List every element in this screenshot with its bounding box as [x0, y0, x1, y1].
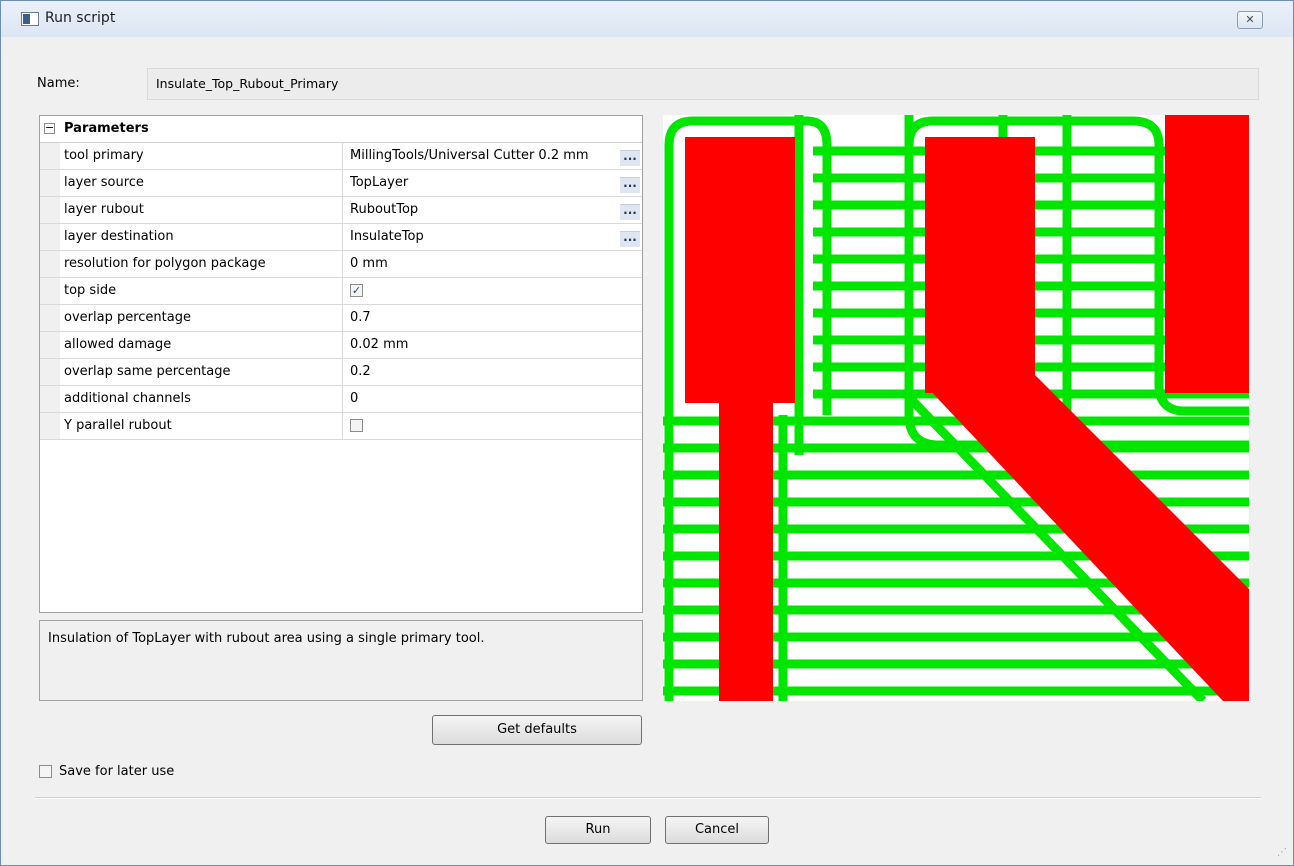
cancel-button[interactable]: Cancel [665, 816, 769, 844]
name-field[interactable]: Insulate_Top_Rubout_Primary [147, 68, 1259, 100]
parameter-row[interactable]: overlap percentage 0.7 [40, 305, 642, 332]
run-button[interactable]: Run [545, 816, 651, 844]
column-separator [342, 359, 343, 385]
row-gutter [40, 305, 60, 331]
browse-button[interactable]: ... [620, 150, 640, 166]
row-gutter [40, 413, 60, 439]
column-separator [342, 197, 343, 223]
title-bar[interactable]: Run script ✕ [1, 1, 1293, 37]
parameter-value[interactable]: 0 mm [350, 256, 620, 271]
parameter-key: layer source [64, 175, 144, 190]
parameter-row[interactable]: top side ✓ [40, 278, 642, 305]
column-separator [342, 332, 343, 358]
parameter-row[interactable]: overlap same percentage 0.2 [40, 359, 642, 386]
row-gutter [40, 359, 60, 385]
row-gutter [40, 278, 60, 304]
parameter-key: overlap same percentage [64, 364, 231, 379]
toolpath-preview [663, 115, 1249, 701]
window-title: Run script [45, 10, 116, 26]
run-script-dialog: Run script ✕ Name: Insulate_Top_Rubout_P… [0, 0, 1294, 866]
parameter-value[interactable]: 0.02 mm [350, 337, 620, 352]
get-defaults-button[interactable]: Get defaults [432, 715, 642, 745]
parameter-row[interactable]: tool primary MillingTools/Universal Cutte… [40, 143, 642, 170]
close-icon: ✕ [1245, 13, 1255, 26]
column-separator [342, 251, 343, 277]
parameters-grid: − Parameters tool primary MillingTools/Un… [39, 115, 643, 613]
column-separator [342, 170, 343, 196]
column-separator [342, 305, 343, 331]
parameter-row[interactable]: layer rubout RuboutTop... [40, 197, 642, 224]
parameter-checkbox[interactable]: ✓ [350, 284, 363, 297]
parameters-title: Parameters [64, 121, 149, 136]
row-gutter [40, 197, 60, 223]
parameter-key: allowed damage [64, 337, 172, 352]
parameter-value[interactable]: 0.7 [350, 310, 620, 325]
column-separator [342, 143, 343, 169]
parameter-value[interactable]: 0.2 [350, 364, 620, 379]
parameter-key: overlap percentage [64, 310, 191, 325]
column-separator [342, 278, 343, 304]
row-gutter [40, 224, 60, 250]
column-separator [342, 413, 343, 439]
parameter-row[interactable]: layer source TopLayer... [40, 170, 642, 197]
collapse-icon[interactable]: − [44, 122, 55, 134]
parameter-key: top side [64, 283, 117, 298]
row-gutter [40, 332, 60, 358]
parameter-value[interactable]: MillingTools/Universal Cutter 0.2 mm [350, 148, 620, 163]
app-window-icon [21, 12, 39, 26]
parameter-value[interactable]: InsulateTop [350, 229, 620, 244]
parameter-row[interactable]: additional channels 0 [40, 386, 642, 413]
parameter-key: Y parallel rubout [64, 418, 172, 433]
parameter-key: resolution for polygon package [64, 256, 266, 271]
parameter-row[interactable]: layer destination InsulateTop... [40, 224, 642, 251]
footer-divider [35, 797, 1261, 799]
description-box: Insulation of TopLayer with rubout area … [39, 620, 643, 701]
parameter-value[interactable]: TopLayer [350, 175, 620, 190]
parameter-key: additional channels [64, 391, 191, 406]
row-gutter [40, 143, 60, 169]
column-separator [342, 224, 343, 250]
browse-button[interactable]: ... [620, 204, 640, 220]
browse-button[interactable]: ... [620, 177, 640, 193]
parameter-value[interactable]: RuboutTop [350, 202, 620, 217]
save-for-later-checkbox[interactable] [39, 765, 52, 778]
row-gutter [40, 251, 60, 277]
parameter-value[interactable]: 0 [350, 391, 620, 406]
parameter-checkbox[interactable] [350, 419, 363, 432]
name-label: Name: [37, 76, 80, 91]
parameter-row[interactable]: allowed damage 0.02 mm [40, 332, 642, 359]
browse-button[interactable]: ... [620, 231, 640, 247]
row-gutter [40, 386, 60, 412]
parameter-row[interactable]: resolution for polygon package 0 mm [40, 251, 642, 278]
row-gutter [40, 170, 60, 196]
resize-grip-icon[interactable]: ⋰ [1277, 847, 1287, 858]
close-button[interactable]: ✕ [1237, 11, 1263, 29]
column-separator [342, 386, 343, 412]
parameter-key: layer rubout [64, 202, 144, 217]
parameter-key: tool primary [64, 148, 144, 163]
parameters-group-header[interactable]: − Parameters [40, 116, 642, 143]
parameter-key: layer destination [64, 229, 174, 244]
parameter-row[interactable]: Y parallel rubout [40, 413, 642, 440]
save-for-later-label[interactable]: Save for later use [59, 764, 174, 779]
